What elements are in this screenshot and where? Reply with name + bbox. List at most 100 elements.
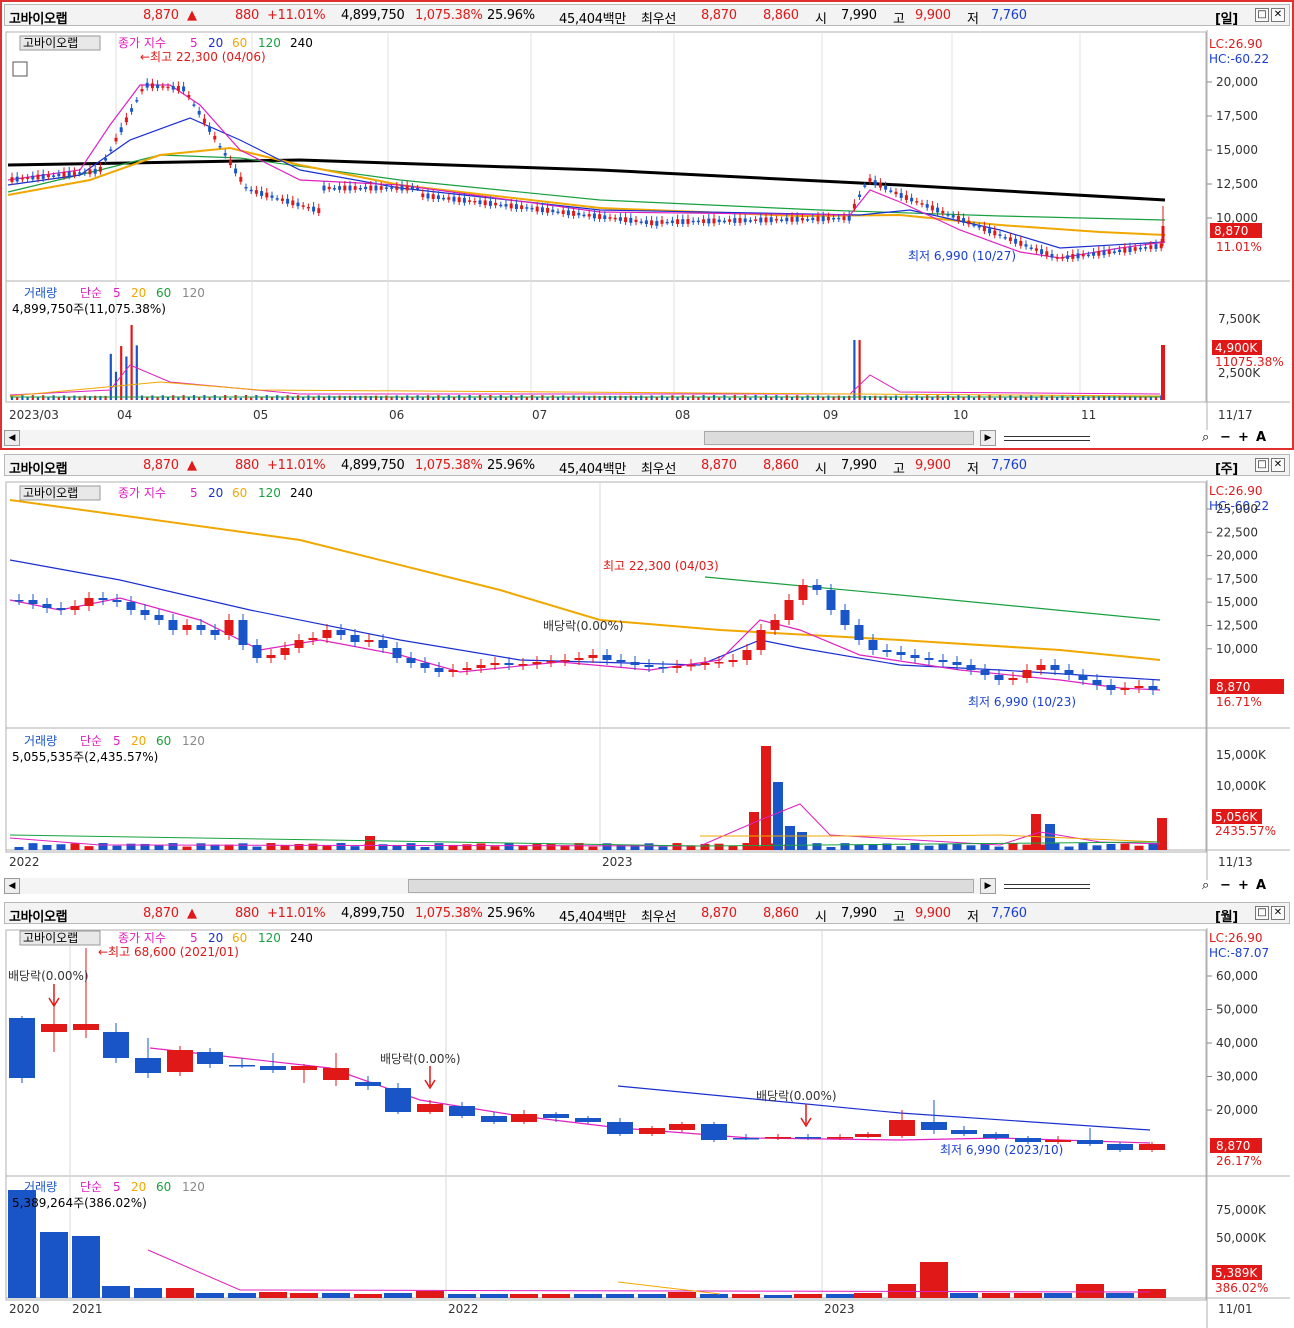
candle xyxy=(738,218,742,223)
turnover: 25.96% xyxy=(487,906,535,921)
scroll-right-button[interactable]: ▶ xyxy=(980,878,996,894)
restore-button[interactable]: □ xyxy=(1255,8,1269,22)
close-button[interactable]: ✕ xyxy=(1271,906,1285,920)
restore-button[interactable]: □ xyxy=(1255,906,1269,920)
candle xyxy=(332,188,336,190)
text-icon[interactable]: A xyxy=(1256,878,1266,893)
legend-stock-name: 고바이오랩 xyxy=(23,36,78,50)
minus-icon[interactable]: − xyxy=(1220,878,1231,893)
candle xyxy=(915,201,919,203)
candle xyxy=(592,213,596,219)
calendar-icon[interactable] xyxy=(12,61,28,77)
volume-bar xyxy=(234,395,237,400)
scroll-bar[interactable]: ◀ ▶ ⌕ − + A xyxy=(4,430,1290,446)
vol-info: 4,899,750주(11,075.38%) xyxy=(12,302,166,316)
candle xyxy=(499,204,503,207)
volume-bar xyxy=(130,325,133,400)
candle xyxy=(1078,675,1088,680)
candle xyxy=(56,608,66,610)
close-button[interactable]: ✕ xyxy=(1271,8,1285,22)
candle xyxy=(577,212,581,216)
volume-bar xyxy=(476,843,486,850)
low-note: 최저 6,990 (10/23) xyxy=(968,695,1076,709)
candle xyxy=(1003,237,1007,239)
candle xyxy=(566,210,570,216)
candle xyxy=(72,171,76,176)
date-label: 04 xyxy=(117,408,132,422)
candle xyxy=(613,217,617,220)
candle xyxy=(852,203,856,209)
candle xyxy=(790,216,794,222)
volume-bar xyxy=(702,395,705,400)
daily-chart[interactable]: 고바이오랩 종가 지수 5 20 60 120 240 ←최고 22,300 (… xyxy=(0,30,1294,430)
current-pct: 16.71% xyxy=(1216,695,1262,709)
candle xyxy=(417,1104,443,1112)
volume-bar xyxy=(532,843,542,850)
candle xyxy=(756,630,766,650)
close-button[interactable]: ✕ xyxy=(1271,458,1285,472)
volume: 4,899,750 xyxy=(341,906,405,921)
volume-bar xyxy=(317,395,320,400)
price-axis-label: 50,000 xyxy=(1216,1003,1258,1017)
high-label: 고 xyxy=(893,910,905,924)
bid1: 8,870 xyxy=(701,8,737,23)
zoom-slider[interactable] xyxy=(1004,436,1090,441)
candle xyxy=(1086,254,1090,257)
volume-bar xyxy=(924,845,934,850)
monthly-chart[interactable]: 고바이오랩 종가 지수 5 20 60 120 240 ←최고 68,600 (… xyxy=(0,928,1294,1328)
restore-button[interactable]: □ xyxy=(1255,458,1269,472)
volume-bar xyxy=(280,845,290,850)
volume-bar xyxy=(1161,345,1165,400)
candle xyxy=(700,663,710,665)
scroll-thumb[interactable] xyxy=(704,431,974,445)
candle xyxy=(920,203,924,205)
candle xyxy=(348,185,352,191)
plus-icon[interactable]: + xyxy=(1238,430,1249,445)
scroll-right-button[interactable]: ▶ xyxy=(980,430,996,446)
scroll-left-button[interactable]: ◀ xyxy=(4,878,20,894)
volume-bar xyxy=(764,1295,792,1298)
volume-bar xyxy=(290,1293,318,1298)
zoom-icon[interactable]: ⌕ xyxy=(1202,878,1209,893)
candle xyxy=(520,205,524,209)
candle xyxy=(265,192,269,198)
candle xyxy=(291,200,295,206)
zoom-icon[interactable]: ⌕ xyxy=(1202,430,1209,445)
scroll-left-button[interactable]: ◀ xyxy=(4,430,20,446)
candle xyxy=(1008,678,1018,680)
candle xyxy=(1148,686,1158,690)
candle xyxy=(1123,247,1127,253)
plus-icon[interactable]: + xyxy=(1238,878,1249,893)
volume-bar xyxy=(1024,397,1028,400)
volume-bar xyxy=(1061,395,1064,400)
volume-bar xyxy=(1008,843,1018,850)
minus-icon[interactable]: − xyxy=(1220,430,1231,445)
volume-bar xyxy=(826,1294,854,1298)
volume-bar xyxy=(296,395,300,400)
volume-bar xyxy=(1128,395,1132,400)
volume-bar xyxy=(840,843,850,850)
vol-legend-ma60: 60 xyxy=(156,734,171,748)
volume-bar xyxy=(1078,843,1088,850)
volume-bar xyxy=(1019,395,1022,400)
candle xyxy=(669,1124,695,1130)
volume-bar xyxy=(638,1294,666,1298)
scroll-thumb[interactable] xyxy=(408,879,974,893)
current-price: 8,870 xyxy=(1216,680,1250,694)
candle xyxy=(798,585,808,600)
zoom-slider[interactable] xyxy=(1004,884,1090,889)
volume-bar xyxy=(448,1294,476,1298)
open-label: 시 xyxy=(815,462,827,476)
quote-bar: 고바이오랩 8,870 ▲ 880 +11.01% 4,899,750 1,07… xyxy=(4,902,1290,924)
text-icon[interactable]: A xyxy=(1256,430,1266,445)
weekly-chart[interactable]: 고바이오랩 종가 지수 5 20 60 120 240 최고 22,300 (0… xyxy=(0,480,1294,880)
candle xyxy=(1102,250,1106,256)
candle xyxy=(187,94,191,98)
volume-bar xyxy=(322,845,332,850)
candle xyxy=(406,658,416,663)
low-note: 최저 6,990 (10/27) xyxy=(908,249,1016,263)
volume-bar xyxy=(796,395,799,400)
scroll-bar[interactable]: ◀ ▶ ⌕ − + A xyxy=(4,878,1290,894)
candle xyxy=(1120,688,1130,690)
period-label: [일] xyxy=(1215,12,1238,26)
